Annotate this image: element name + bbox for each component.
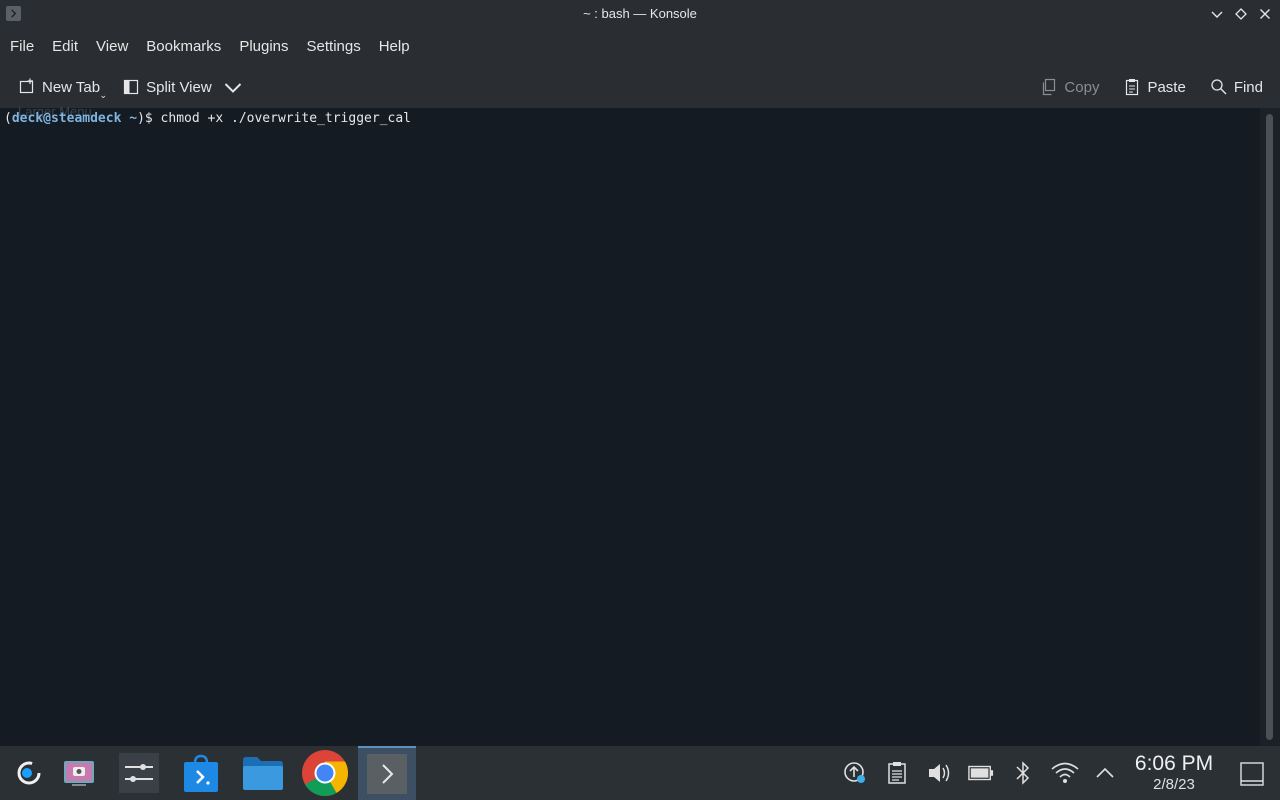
file-manager-app[interactable] [234, 746, 292, 800]
terminal-view[interactable]: Larger Menu (deck@steamdeck ~)$ chmod +x… [0, 104, 1260, 746]
show-desktop-button[interactable] [1240, 762, 1264, 786]
close-button[interactable] [1256, 4, 1274, 24]
discover-store-icon [184, 754, 218, 792]
new-tab-button[interactable]: New Tab ⌄ [18, 76, 107, 100]
menu-help[interactable]: Help [373, 28, 416, 66]
menu-file[interactable]: File [4, 28, 40, 66]
file-manager-icon [243, 757, 283, 790]
split-view-button[interactable]: Split View [122, 76, 248, 98]
find-button[interactable]: Find [1210, 76, 1263, 98]
tray-expand-button[interactable] [1092, 760, 1118, 786]
chrome-icon [302, 750, 349, 796]
show-desktop-icon [1240, 762, 1264, 786]
new-tab-label: New Tab [42, 78, 101, 96]
prompt-open: ( [4, 111, 12, 126]
copy-button[interactable]: Copy [1040, 76, 1099, 98]
paste-button[interactable]: Paste [1123, 76, 1186, 98]
menu-view[interactable]: View [90, 28, 134, 66]
system-settings-icon [119, 753, 159, 793]
search-icon [1211, 79, 1227, 95]
digital-clock[interactable]: 6:06 PM 2/8/23 [1134, 752, 1214, 794]
clock-time: 6:06 PM [1134, 752, 1214, 775]
screenshot-app[interactable] [50, 746, 108, 800]
chevron-down-icon [1211, 11, 1223, 18]
copy-label: Copy [1064, 78, 1100, 96]
new-tab-icon [19, 78, 34, 94]
terminal-line: (deck@steamdeck ~)$ chmod +x ./overwrite… [4, 111, 411, 126]
paste-icon [1126, 79, 1139, 96]
wifi-tray[interactable] [1050, 760, 1080, 786]
update-notifier[interactable] [842, 760, 868, 786]
menu-bar: File Edit View Bookmarks Plugins Setting… [0, 28, 1280, 66]
paste-label: Paste [1147, 78, 1186, 96]
clipboard-icon [888, 762, 906, 784]
menu-settings[interactable]: Settings [301, 28, 367, 66]
volume-icon [929, 764, 950, 782]
prompt-close: )$ [137, 111, 161, 126]
battery-tray[interactable] [968, 760, 994, 786]
menu-edit[interactable]: Edit [46, 28, 84, 66]
clipboard-tray[interactable] [884, 760, 910, 786]
split-view-icon [123, 79, 139, 95]
find-label: Find [1233, 78, 1263, 96]
taskbar: 6:06 PM 2/8/23 [0, 746, 1280, 800]
maximize-button[interactable] [1232, 4, 1250, 24]
window-title: ~ : bash — Konsole [583, 6, 697, 21]
title-bar: ~ : bash — Konsole [0, 0, 1280, 28]
screenshot-app-icon [64, 761, 94, 786]
menu-plugins[interactable]: Plugins [233, 28, 294, 66]
steam-icon [17, 761, 41, 785]
konsole-task[interactable] [358, 746, 416, 800]
minimize-button[interactable] [1208, 4, 1226, 24]
chevron-up-icon [1096, 767, 1114, 778]
terminal-command: chmod +x ./overwrite_trigger_cal [160, 111, 411, 126]
bluetooth-icon [1016, 761, 1030, 785]
prompt-user: deck@steamdeck [11, 111, 122, 126]
toolbar: New Tab ⌄ Split View Copy Paste Find [0, 66, 1280, 108]
battery-icon [968, 765, 994, 781]
scrollbar-thumb[interactable] [1266, 114, 1273, 740]
new-tab-dropdown-icon: ⌄ [99, 90, 108, 100]
chrome-app[interactable] [296, 746, 354, 800]
update-icon [844, 762, 865, 783]
volume-tray[interactable] [926, 760, 952, 786]
menu-bookmarks[interactable]: Bookmarks [140, 28, 227, 66]
discover-store-app[interactable] [172, 746, 230, 800]
wifi-icon [1051, 762, 1079, 783]
copy-icon [1043, 78, 1056, 96]
split-view-label: Split View [146, 78, 212, 96]
diamond-icon [1235, 8, 1247, 20]
system-settings-app[interactable] [110, 746, 168, 800]
close-icon [1260, 9, 1270, 19]
chevron-down-icon[interactable] [224, 78, 242, 96]
clock-date: 2/8/23 [1153, 776, 1195, 793]
konsole-icon [367, 754, 407, 794]
prompt-path: ~ [121, 111, 138, 126]
bluetooth-tray[interactable] [1010, 760, 1036, 786]
